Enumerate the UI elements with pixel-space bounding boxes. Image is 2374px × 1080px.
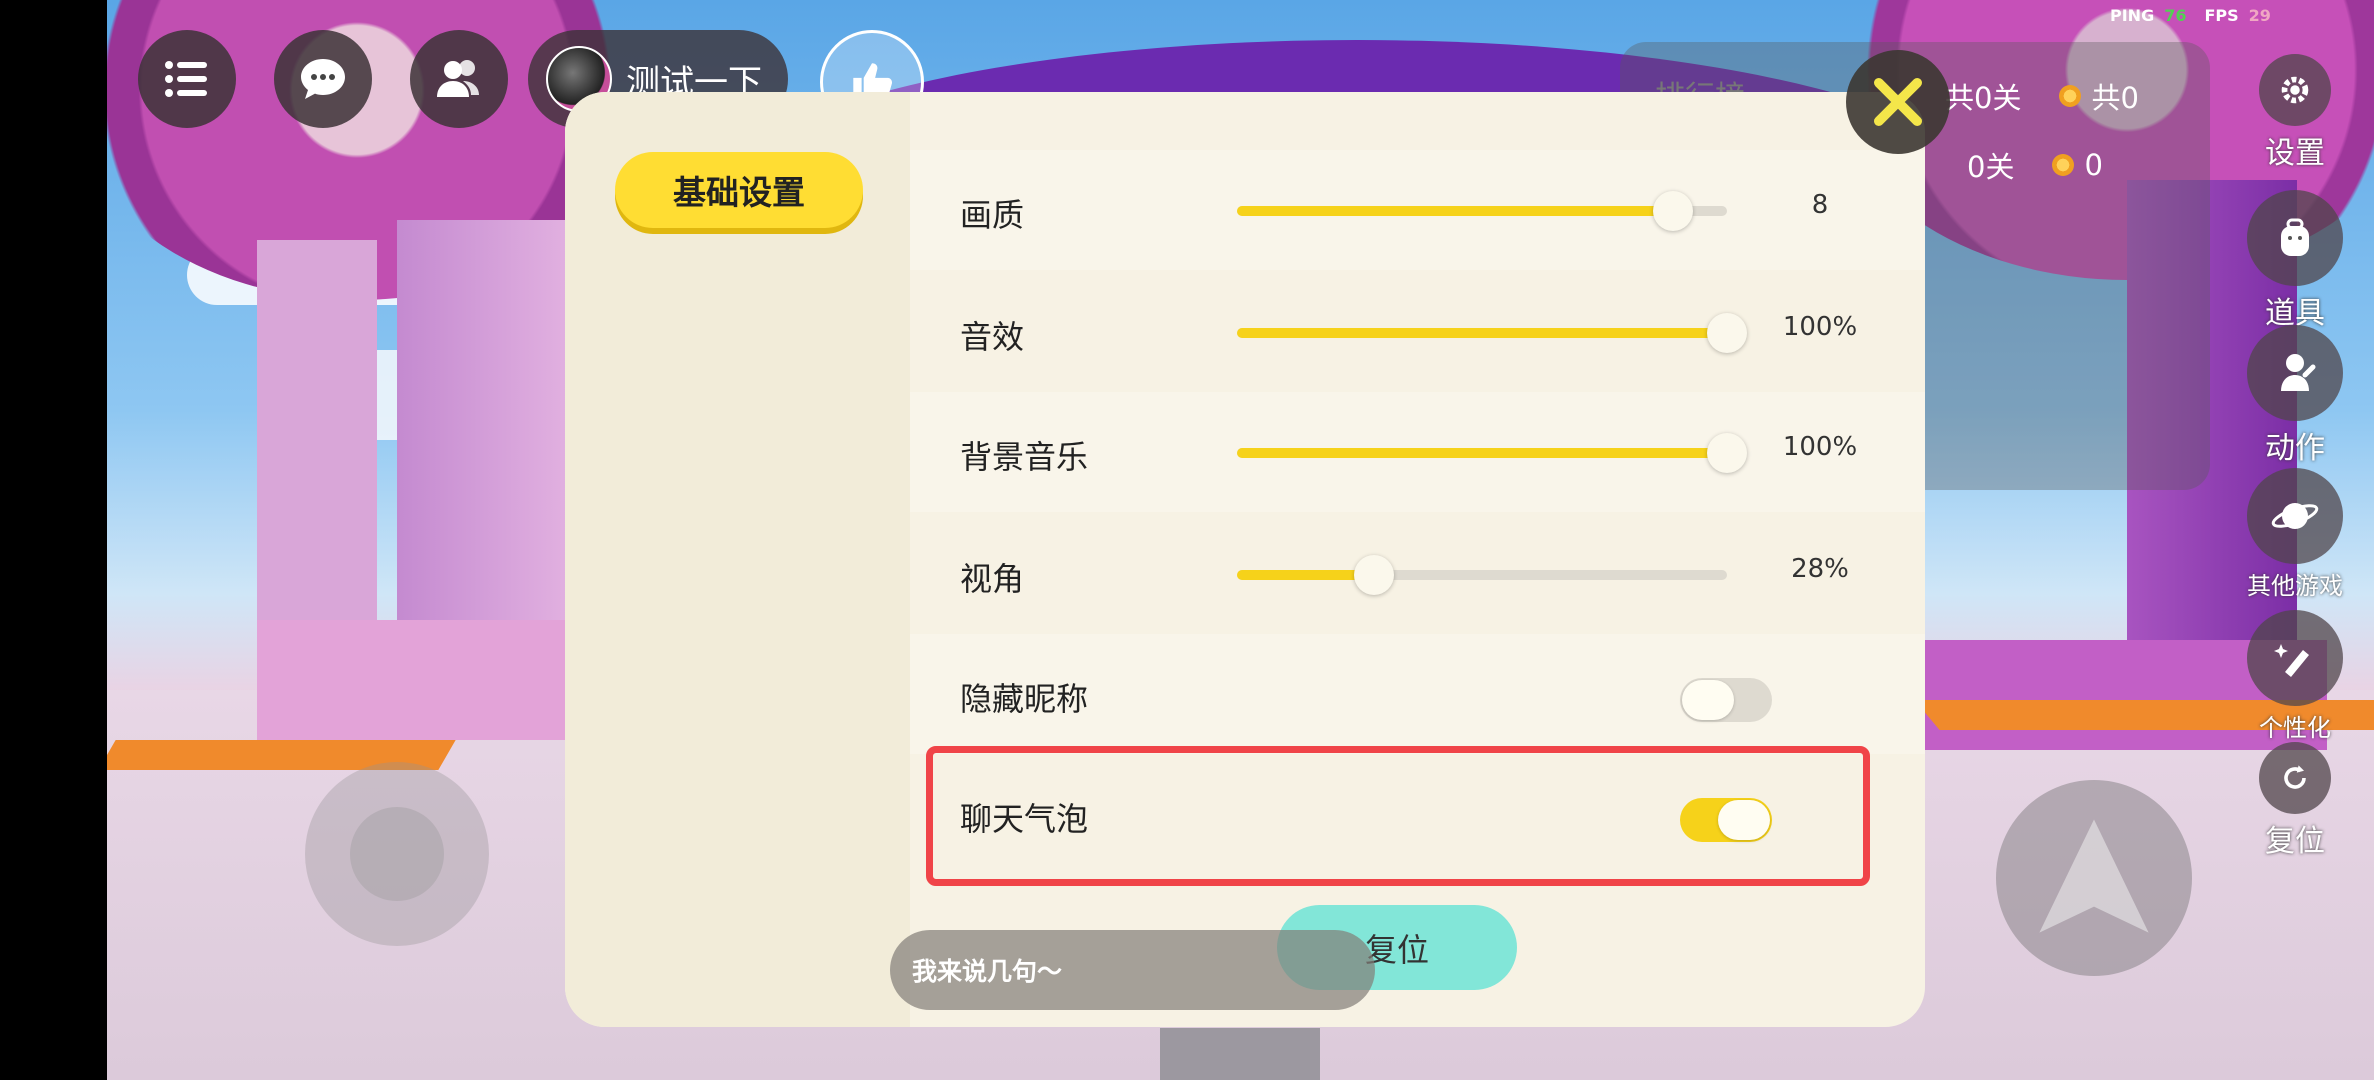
chat-button[interactable] [274,30,372,128]
hide-nickname-row: 隐藏昵称 [910,634,1925,754]
quality-value: 8 [1811,190,1829,220]
refresh-icon [2259,742,2331,814]
actions-label: 动作 [2265,431,2325,466]
settings-label: 设置 [2265,136,2325,171]
tab-basic-settings[interactable]: 基础设置 [615,152,863,228]
up-arrow-icon [2039,819,2149,933]
slider-thumb[interactable] [1653,191,1694,231]
slider-fill [1237,448,1727,458]
friends-button[interactable] [410,30,508,128]
sound-effects-label: 音效 [960,318,1025,356]
slider-thumb[interactable] [1707,313,1747,353]
network-stats: PING 76 FPS 29 [2110,6,2271,25]
list-icon [165,61,207,97]
personalize-label: 个性化 [2259,714,2331,742]
sound-effects-value: 100% [1782,312,1858,342]
player-character-legs [1160,1028,1320,1080]
music-value: 100% [1782,432,1858,462]
music-row: 背景音乐 100% [910,392,1925,512]
actions-button[interactable]: 动作 [2240,325,2350,467]
coin-icon [2052,154,2075,176]
slider-thumb[interactable] [1354,555,1395,595]
hide-nickname-toggle[interactable] [1680,678,1772,722]
reset-position-button[interactable]: 复位 [2240,742,2350,860]
total-stats-row: 共0关 共0 [1945,75,2139,117]
other-games-button[interactable]: 其他游戏 [2240,468,2350,601]
current-stats-row: 0关 0 [1967,144,2103,186]
total-coins: 共0 [2091,81,2139,115]
close-button[interactable] [1846,50,1950,154]
character-pose-icon [2247,325,2343,421]
friends-icon [437,60,479,97]
sound-effects-row: 音效 100% [910,272,1925,392]
fps-value: 29 [2248,6,2271,25]
view-angle-row: 视角 28% [910,514,1925,634]
settings-modal: 基础设置 画质 8 音效 100% 背景音乐 100% 视角 28% 隐藏昵称 … [565,92,1925,1027]
view-angle-slider[interactable] [1237,555,1727,595]
quality-slider[interactable] [1237,191,1727,231]
menu-button[interactable] [138,30,236,128]
view-angle-value: 28% [1791,554,1849,584]
reset-position-label: 复位 [2265,824,2325,859]
personalize-button[interactable]: 个性化 [2240,610,2350,743]
magic-brush-icon [2247,610,2343,706]
slider-thumb[interactable] [1707,433,1747,473]
slider-fill [1237,206,1674,216]
gear-icon [2259,54,2331,126]
view-angle-label: 视角 [960,560,1025,598]
toggle-knob [1682,680,1734,720]
ping-label: PING [2110,6,2155,25]
planet-icon [2247,468,2343,564]
jump-button[interactable] [1996,780,2192,976]
settings-button[interactable]: 设置 [2240,54,2350,172]
items-button[interactable]: 道具 [2240,190,2350,332]
fps-label: FPS [2204,6,2239,25]
slider-fill [1237,328,1727,338]
ping-value: 76 [2164,6,2187,25]
movement-joystick[interactable] [305,762,489,946]
backpack-icon [2247,190,2343,286]
close-icon [1874,78,1922,126]
quality-row: 画质 8 [910,150,1925,270]
hide-nickname-label: 隐藏昵称 [960,680,1089,718]
other-games-label: 其他游戏 [2247,572,2343,600]
chat-bubble-icon [301,59,345,99]
total-levels: 共0关 [1945,81,2022,115]
current-coins: 0 [2084,148,2103,182]
joystick-knob[interactable] [350,807,444,901]
quality-label: 画质 [960,196,1025,234]
settings-tab-sidebar [565,92,910,1027]
music-slider[interactable] [1237,433,1747,473]
sound-effects-slider[interactable] [1237,313,1747,353]
chat-input[interactable]: 我来说几句～ [890,930,1375,1010]
current-levels: 0关 [1967,150,2015,184]
chat-bubble-highlight [926,746,1870,886]
music-label: 背景音乐 [960,438,1089,476]
coin-icon [2059,85,2082,107]
